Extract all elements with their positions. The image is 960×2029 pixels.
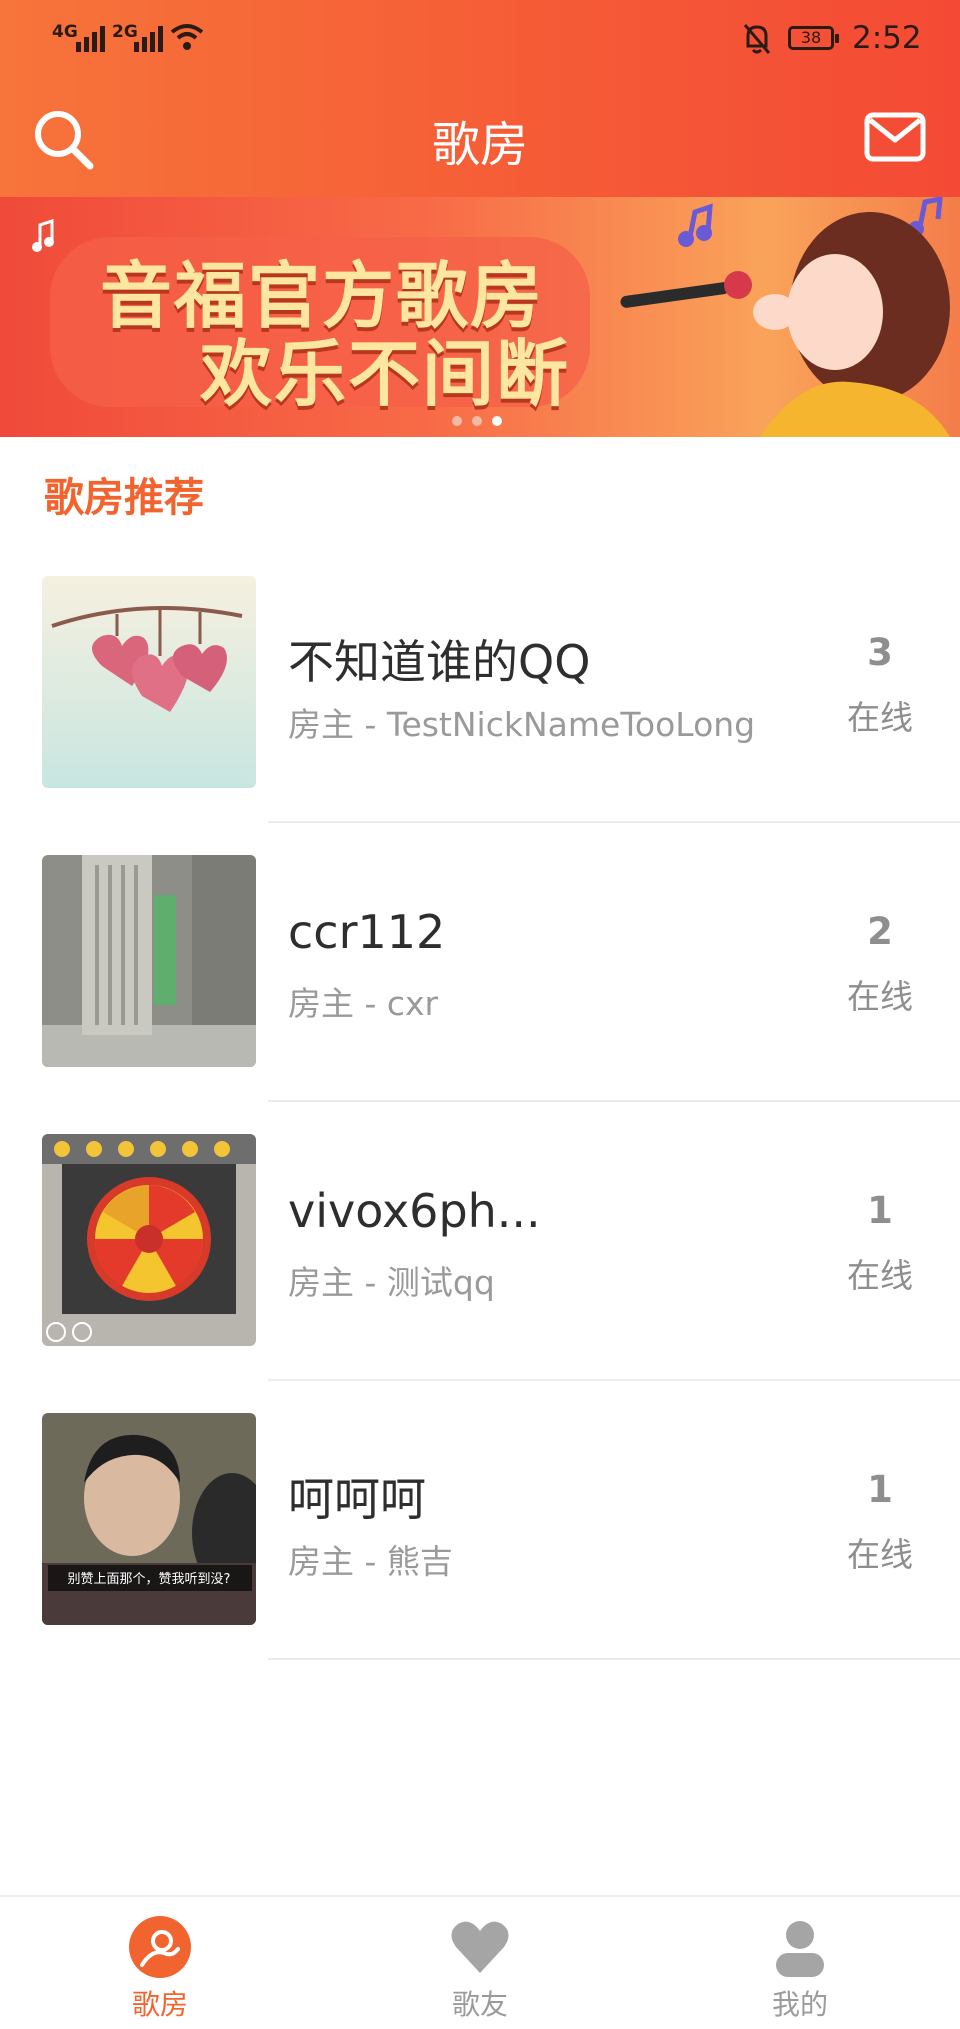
room-host: 房主 - cxr <box>288 984 439 1023</box>
banner-pagination[interactable] <box>452 416 502 426</box>
singer-illustration <box>620 197 950 437</box>
online-label: 在线 <box>847 1256 913 1295</box>
room-thumbnail <box>42 576 256 788</box>
tab-profile[interactable]: 我的 <box>700 1897 900 2029</box>
tab-label: 歌房 <box>131 1988 188 2021</box>
divider <box>268 1100 960 1102</box>
room-name: ccr112 <box>288 905 446 959</box>
room-list-item[interactable]: ccr112 房主 - cxr 2 在线 <box>0 855 960 1134</box>
person-icon <box>776 1921 824 1977</box>
online-label: 在线 <box>847 1535 913 1574</box>
status-bar: 4G 2G 38 2:52 <box>0 0 960 80</box>
online-count: 2 <box>867 910 893 953</box>
page-title: 歌房 <box>431 117 528 173</box>
divider <box>268 1379 960 1381</box>
room-list-item[interactable]: 别赞上面那个，赞我听到没? 呵呵呵 房主 - 熊吉 1 在线 <box>0 1413 960 1692</box>
status-time: 2:52 <box>852 20 922 56</box>
promo-banner[interactable]: 音福官方歌房 欢乐不间断 <box>0 197 960 437</box>
mute-bell-icon <box>743 24 771 54</box>
tab-label: 我的 <box>771 1988 828 2021</box>
music-note-icon <box>32 218 54 252</box>
room-thumbnail: 别赞上面那个，赞我听到没? <box>42 1413 256 1625</box>
tab-label: 歌友 <box>451 1988 508 2021</box>
room-host: 房主 - 测试qq <box>288 1263 495 1302</box>
cell-signal-icon <box>76 24 105 52</box>
battery-icon: 38 <box>788 26 839 50</box>
online-count: 1 <box>867 1189 893 1232</box>
online-count: 1 <box>867 1468 893 1511</box>
meme-caption: 别赞上面那个，赞我听到没? <box>68 1572 231 1587</box>
banner-title-line2: 欢乐不间断 <box>200 332 571 416</box>
app-header: 4G 2G 38 2:52 歌房 <box>0 0 960 197</box>
divider <box>268 821 960 823</box>
room-name: vivox6ph... <box>288 1184 541 1238</box>
bottom-tab-bar: 歌房 歌友 我的 <box>0 1895 960 2029</box>
room-list-item[interactable]: vivox6ph... 房主 - 测试qq 1 在线 <box>0 1134 960 1413</box>
banner-dot-2[interactable] <box>472 416 482 426</box>
wifi-icon <box>170 24 204 50</box>
room-thumbnail <box>42 1134 256 1346</box>
room-name: 呵呵呵 <box>288 1472 426 1526</box>
tab-friends[interactable]: 歌友 <box>380 1897 580 2029</box>
room-host: 房主 - 熊吉 <box>288 1542 453 1581</box>
karaoke-icon <box>129 1916 191 1978</box>
signal-4g-label: 4G <box>52 22 78 42</box>
online-count: 3 <box>867 631 893 674</box>
room-name: 不知道谁的QQ <box>288 635 591 689</box>
banner-dot-3-active[interactable] <box>492 416 502 426</box>
online-label: 在线 <box>847 977 913 1016</box>
room-thumbnail <box>42 855 256 1067</box>
section-title: 歌房推荐 <box>44 475 204 521</box>
mail-icon[interactable] <box>864 112 926 162</box>
room-host: 房主 - TestNickNameTooLong <box>288 705 756 744</box>
heart-icon <box>451 1921 509 1973</box>
tab-karaoke-rooms[interactable]: 歌房 <box>60 1897 260 2029</box>
banner-dot-1[interactable] <box>452 416 462 426</box>
online-label: 在线 <box>847 698 913 737</box>
room-list-item[interactable]: 不知道谁的QQ 房主 - TestNickNameTooLong 3 在线 <box>0 576 960 855</box>
cell-signal-2-icon <box>134 24 163 52</box>
divider <box>268 1658 960 1660</box>
